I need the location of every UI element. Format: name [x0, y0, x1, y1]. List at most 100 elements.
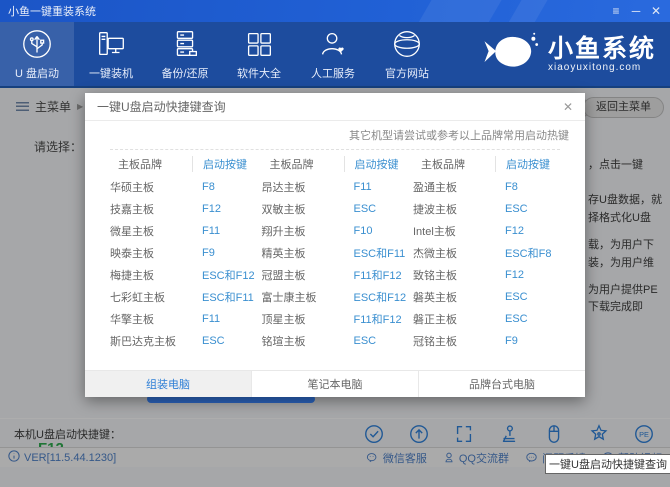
nav-label: 官方网站: [385, 65, 429, 81]
boot-key: F12: [495, 269, 560, 281]
motherboard-brand: 冠盟主板: [262, 267, 344, 283]
hotkey-row: 微星主板F11: [110, 220, 257, 242]
dialog-tabs: 组装电脑 笔记本电脑 品牌台式电脑: [85, 370, 585, 397]
close-icon[interactable]: ✕: [648, 3, 664, 19]
apps-grid-icon: [242, 27, 276, 61]
hotkey-row: 梅捷主板ESC和F12: [110, 264, 257, 286]
hotkey-row: 华硕主板F8: [110, 176, 257, 198]
globe-icon: [390, 27, 424, 61]
hotkey-row: 精英主板ESC和F11: [262, 242, 409, 264]
boot-key: ESC和F8: [495, 245, 560, 261]
usb-icon: [20, 27, 54, 61]
boot-key: F10: [344, 225, 409, 237]
computer-icon: [94, 27, 128, 61]
motherboard-brand: 冠铭主板: [413, 333, 495, 349]
hotkey-row: 富士康主板ESC和F12: [262, 286, 409, 308]
hotkey-row: 捷波主板ESC: [413, 198, 560, 220]
tab-assembled-pc[interactable]: 组装电脑: [85, 371, 251, 397]
boot-key: F9: [192, 247, 257, 259]
hotkey-row: 昂达主板F11: [262, 176, 409, 198]
boot-key: ESC: [344, 335, 409, 347]
hotkey-row: 冠铭主板F9: [413, 330, 560, 352]
backup-icon: [168, 27, 202, 61]
motherboard-brand: 富士康主板: [262, 289, 344, 305]
motherboard-brand: 华硕主板: [110, 179, 192, 195]
boot-key: ESC和F12: [192, 267, 257, 283]
nav-label: 备份/还原: [161, 65, 208, 81]
boot-key: F9: [495, 335, 560, 347]
boot-key: ESC: [495, 203, 560, 215]
boot-key: F8: [495, 181, 560, 193]
boot-key: ESC: [192, 335, 257, 347]
hotkey-row: 技嘉主板F12: [110, 198, 257, 220]
window-title: 小鱼一键重装系统: [0, 3, 96, 19]
nav-item-software-collection[interactable]: 软件大全: [222, 22, 296, 86]
boot-key: ESC和F11: [192, 289, 257, 305]
motherboard-brand: 铭瑄主板: [262, 333, 344, 349]
hotkey-row: 铭瑄主板ESC: [262, 330, 409, 352]
nav-item-usb-boot[interactable]: U 盘启动: [0, 22, 74, 86]
hotkey-row: 磐英主板ESC: [413, 286, 560, 308]
hotkey-table-column-3: 主板品牌 启动按键 盈通主板F8捷波主板ESCIntel主板F12杰微主板ESC…: [413, 152, 560, 352]
hotkey-row: 斯巴达克主板ESC: [110, 330, 257, 352]
boot-key: ESC: [495, 313, 560, 325]
boot-key: F12: [495, 225, 560, 237]
boot-key: F11和F12: [344, 267, 409, 283]
brand-domain: xiaoyuxitong.com: [548, 62, 656, 73]
minimize-icon[interactable]: ─: [628, 3, 644, 19]
motherboard-brand: 华擎主板: [110, 311, 192, 327]
hotkey-tooltip: 一键U盘启动快捷键查询: [545, 454, 670, 474]
boot-key: F11: [192, 313, 257, 325]
hotkey-table-header: 主板品牌 启动按键: [413, 152, 560, 176]
hotkey-row: 双敏主板ESC: [262, 198, 409, 220]
boot-key: ESC和F12: [344, 289, 409, 305]
nav-item-human-service[interactable]: 人工服务: [296, 22, 370, 86]
nav-item-official-website[interactable]: 官方网站: [370, 22, 444, 86]
motherboard-brand: 梅捷主板: [110, 267, 192, 283]
motherboard-brand: 翔升主板: [262, 223, 344, 239]
main-navbar: U 盘启动 一键装机: [0, 22, 670, 88]
motherboard-brand: 斯巴达克主板: [110, 333, 192, 349]
motherboard-brand: 微星主板: [110, 223, 192, 239]
hotkey-table: 主板品牌 启动按键 华硕主板F8技嘉主板F12微星主板F11映泰主板F9梅捷主板…: [110, 149, 560, 352]
hotkey-query-dialog: 一键U盘启动快捷键查询 ✕ 其它机型请尝试或参考以上品牌常用启动热键 主板品牌 …: [85, 93, 585, 397]
nav-item-backup-restore[interactable]: 备份/还原: [148, 22, 222, 86]
menu-icon[interactable]: ≡: [608, 3, 624, 19]
boot-key: F11和F12: [344, 311, 409, 327]
dialog-note: 其它机型请尝试或参考以上品牌常用启动热键: [85, 121, 585, 143]
motherboard-brand: 磐正主板: [413, 311, 495, 327]
hotkey-row: 华擎主板F11: [110, 308, 257, 330]
hotkey-row: 磐正主板ESC: [413, 308, 560, 330]
main-content: 主菜单 ▶ U 返回主菜单 请选择： ，点击一键存U盘数据，就择格式化U盘载，为…: [0, 88, 670, 487]
brand-name: 小鱼系统: [548, 36, 656, 62]
dialog-title: 一键U盘启动快捷键查询: [85, 98, 226, 115]
hotkey-row: 盈通主板F8: [413, 176, 560, 198]
motherboard-brand: 磐英主板: [413, 289, 495, 305]
hotkey-row: 杰微主板ESC和F8: [413, 242, 560, 264]
boot-key: F12: [192, 203, 257, 215]
motherboard-brand: Intel主板: [413, 223, 495, 239]
boot-key: F11: [192, 225, 257, 237]
hotkey-row: 冠盟主板F11和F12: [262, 264, 409, 286]
boot-key: ESC: [495, 291, 560, 303]
boot-key: F11: [344, 181, 409, 193]
tab-laptop[interactable]: 笔记本电脑: [251, 371, 418, 397]
hotkey-row: 顶星主板F11和F12: [262, 308, 409, 330]
titlebar: 小鱼一键重装系统 ≡ ─ ✕: [0, 0, 670, 22]
nav-label: 人工服务: [311, 65, 355, 81]
tab-brand-desktop[interactable]: 品牌台式电脑: [418, 371, 585, 397]
hotkey-row: Intel主板F12: [413, 220, 560, 242]
dialog-close-icon[interactable]: ✕: [563, 100, 585, 114]
hotkey-table-column-1: 主板品牌 启动按键 华硕主板F8技嘉主板F12微星主板F11映泰主板F9梅捷主板…: [110, 152, 257, 352]
motherboard-brand: 映泰主板: [110, 245, 192, 261]
motherboard-brand: 顶星主板: [262, 311, 344, 327]
hotkey-table-column-2: 主板品牌 启动按键 昂达主板F11双敏主板ESC翔升主板F10精英主板ESC和F…: [262, 152, 409, 352]
motherboard-brand: 致铭主板: [413, 267, 495, 283]
person-service-icon: [316, 27, 350, 61]
nav-item-one-key-install[interactable]: 一键装机: [74, 22, 148, 86]
boot-key: ESC和F11: [344, 245, 409, 261]
dialog-header: 一键U盘启动快捷键查询 ✕: [85, 93, 585, 121]
motherboard-brand: 七彩虹主板: [110, 289, 192, 305]
app-window: 小鱼一键重装系统 ≡ ─ ✕ U 盘启动: [0, 0, 670, 487]
boot-key: F8: [192, 181, 257, 193]
